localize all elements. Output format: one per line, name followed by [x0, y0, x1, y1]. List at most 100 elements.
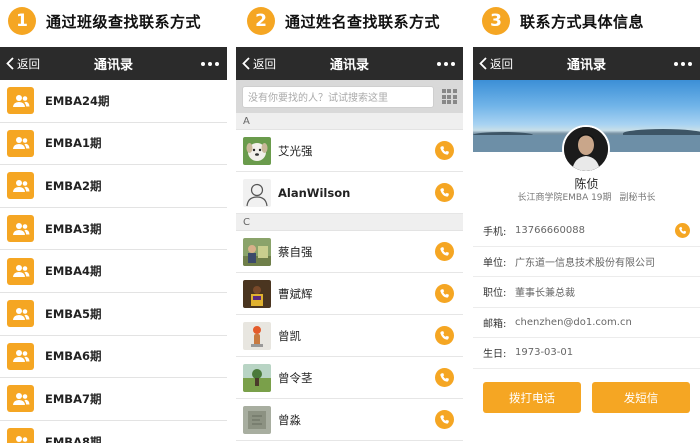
more-menu-button[interactable] [674, 47, 692, 80]
back-label: 返回 [253, 56, 276, 71]
class-label: EMBA24期 [45, 93, 110, 108]
phone-icon [440, 146, 449, 155]
contact-list-screen: 返回 通讯录 没有你要找的人？试试搜索这里 A 艾光强 AlanWilson C… [236, 47, 463, 443]
grid-icon[interactable] [441, 89, 457, 105]
class-list-item[interactable]: EMBA5期 [0, 293, 227, 336]
avatar [243, 363, 271, 392]
step-title: 通过姓名查找联系方式 [285, 12, 441, 31]
phone-icon [440, 331, 449, 340]
group-icon [12, 137, 29, 150]
root: 1 通过班级查找联系方式 2 通过姓名查找联系方式 3 联系方式具体信息 返回 … [0, 0, 700, 443]
group-icon-badge [7, 257, 34, 285]
call-button[interactable] [435, 326, 454, 345]
contact-name: AlanWilson [278, 185, 351, 200]
contact-name: 蔡自强 [278, 244, 313, 259]
phone-icon [440, 373, 449, 382]
step-2-header: 2 通过姓名查找联系方式 [247, 6, 440, 36]
navbar: 返回 通讯录 [473, 47, 700, 80]
class-label: EMBA4期 [45, 264, 102, 279]
class-label: EMBA6期 [45, 349, 102, 364]
call-button[interactable] [435, 242, 454, 261]
detail-value: 1973-03-01 [515, 347, 574, 359]
avatar [243, 136, 271, 165]
group-icon-badge [7, 342, 34, 370]
contact-row[interactable]: 曾凯 [236, 315, 463, 357]
class-list-item[interactable]: EMBA1期 [0, 123, 227, 166]
profile-school: 长江商学院EMBA 19期 [517, 193, 612, 203]
class-label: EMBA3期 [45, 221, 102, 236]
avatar [243, 178, 271, 207]
step-3-header: 3 联系方式具体信息 [482, 6, 644, 36]
class-list: EMBA24期 EMBA1期 EMBA2期 EMBA3期 EMBA4期 EMBA… [0, 80, 227, 443]
search-bar: 没有你要找的人？试试搜索这里 [236, 80, 463, 113]
class-label: EMBA5期 [45, 306, 102, 321]
class-list-item[interactable]: EMBA2期 [0, 165, 227, 208]
detail-value: 董事长兼总裁 [515, 288, 575, 300]
detail-key: 手机: [483, 227, 507, 239]
group-icon-badge [7, 300, 34, 328]
detail-key: 职位: [483, 288, 507, 300]
action-row: 拨打电话 发短信 [483, 382, 690, 413]
group-icon-badge [7, 87, 34, 115]
group-icon-badge [7, 129, 34, 157]
sms-button[interactable]: 发短信 [592, 382, 690, 413]
detail-value: 广东道一信息技术股份有限公司 [515, 257, 655, 269]
chevron-left-icon [242, 57, 250, 70]
contact-row[interactable]: 曹斌辉 [236, 273, 463, 315]
group-icon [15, 435, 28, 443]
more-menu-button[interactable] [201, 47, 219, 80]
contact-row[interactable]: AlanWilson [236, 172, 463, 214]
class-list-item[interactable]: EMBA6期 [0, 336, 227, 379]
phone-icon [679, 227, 687, 235]
class-label: EMBA8期 [45, 434, 102, 443]
call-button[interactable] [435, 141, 454, 160]
chevron-left-icon [6, 57, 14, 70]
class-list-item[interactable]: EMBA3期 [0, 208, 227, 251]
detail-row: 手机: 13766660088 [473, 216, 700, 247]
nav-title: 通讯录 [566, 58, 606, 73]
step-number: 1 [8, 7, 36, 35]
navbar: 返回 通讯录 [236, 47, 463, 80]
call-button[interactable] [675, 223, 690, 239]
section-header: A [236, 113, 463, 130]
nav-title: 通讯录 [93, 58, 133, 73]
group-icon [12, 179, 29, 192]
group-icon-badge [7, 428, 34, 443]
class-list-item[interactable]: EMBA4期 [0, 250, 227, 293]
call-button[interactable]: 拨打电话 [483, 382, 581, 413]
chevron-left-icon [479, 57, 487, 70]
avatar [243, 279, 271, 308]
class-list-item[interactable]: EMBA24期 [0, 80, 227, 123]
back-button[interactable]: 返回 [242, 47, 276, 80]
detail-key: 邮箱: [483, 318, 507, 330]
contact-name: 曾凯 [278, 328, 301, 343]
back-button[interactable]: 返回 [479, 47, 513, 80]
detail-row: 单位: 广东道一信息技术股份有限公司 [473, 247, 700, 277]
contact-row[interactable]: 蔡自强 [236, 231, 463, 273]
class-list-item[interactable]: EMBA8期 [0, 421, 227, 443]
contact-name: 曾令茎 [278, 370, 313, 385]
contact-name: 艾光强 [278, 143, 313, 158]
contact-row[interactable]: 曾令茎 [236, 357, 463, 399]
navbar: 返回 通讯录 [0, 47, 227, 80]
call-button[interactable] [435, 183, 454, 202]
contact-row[interactable]: 艾光强 [236, 130, 463, 172]
call-button[interactable] [435, 368, 454, 387]
detail-key: 单位: [483, 257, 507, 269]
class-label: EMBA7期 [45, 391, 102, 406]
back-button[interactable]: 返回 [6, 47, 40, 80]
class-list-item[interactable]: EMBA7期 [0, 378, 227, 421]
contact-row[interactable]: 曾淼 [236, 399, 463, 441]
class-label: EMBA2期 [45, 178, 102, 193]
step-title: 通过班级查找联系方式 [46, 12, 202, 31]
call-button[interactable] [435, 284, 454, 303]
contact-name: 曹斌辉 [278, 286, 313, 301]
step-number: 3 [482, 7, 510, 35]
call-button[interactable] [435, 410, 454, 429]
group-icon-badge [7, 385, 34, 413]
avatar [243, 405, 271, 434]
class-label: EMBA1期 [45, 136, 102, 151]
group-icon [12, 265, 29, 278]
more-menu-button[interactable] [437, 47, 455, 80]
search-input[interactable]: 没有你要找的人？试试搜索这里 [242, 85, 434, 108]
